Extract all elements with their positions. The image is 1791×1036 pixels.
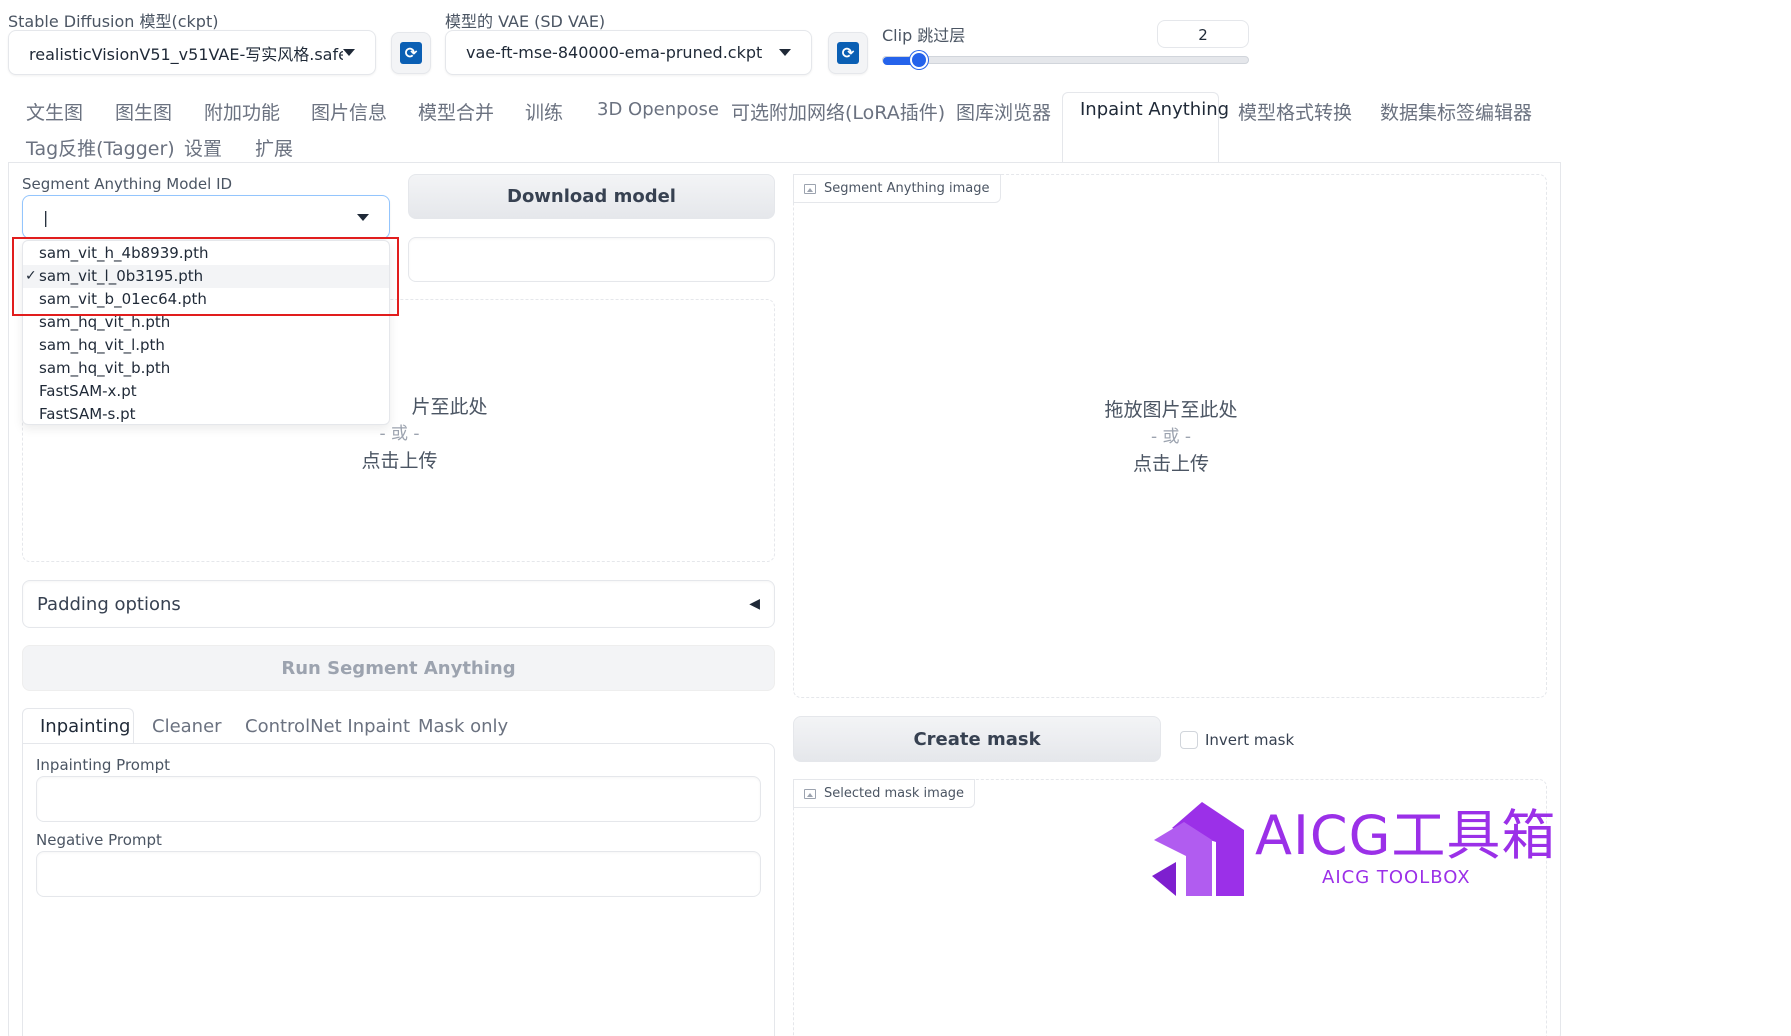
tab-txt2img[interactable]: 文生图: [26, 98, 83, 125]
dropdown-option[interactable]: FastSAM-s.pt: [23, 403, 389, 426]
padding-options-label: Padding options: [37, 593, 181, 615]
chevron-down-icon: [779, 49, 791, 56]
clip-skip-number-input[interactable]: 2: [1157, 20, 1249, 48]
vae-label: 模型的 VAE (SD VAE): [445, 12, 606, 31]
invert-mask-checkbox[interactable]: [1180, 731, 1198, 749]
subtab-mask-only[interactable]: Mask only: [418, 716, 508, 737]
vae-select[interactable]: vae-ft-mse-840000-ema-pruned.ckpt: [445, 30, 812, 75]
highlight-outline: [12, 237, 399, 316]
dropdown-option[interactable]: sam_hq_vit_b.pth: [23, 357, 389, 380]
download-model-button[interactable]: Download model: [408, 174, 775, 219]
subtab-controlnet-inpaint[interactable]: ControlNet Inpaint: [245, 716, 410, 737]
create-mask-button[interactable]: Create mask: [793, 716, 1161, 762]
tab-img2img[interactable]: 图生图: [115, 98, 172, 125]
tab-dataset-tag-editor[interactable]: 数据集标签编辑器: [1380, 98, 1532, 125]
image-icon: [804, 788, 816, 799]
aicg-logo-icon: [1152, 802, 1244, 896]
dropdown-option[interactable]: FastSAM-x.pt: [23, 380, 389, 403]
checkpoint-select[interactable]: realisticVisionV51_v51VAE-写实风格.safetenso…: [8, 30, 376, 75]
download-status-field: [408, 237, 775, 282]
subtab-inpainting[interactable]: Inpainting: [40, 716, 130, 737]
checkpoint-value: realisticVisionV51_v51VAE-写实风格.safetenso…: [29, 44, 343, 64]
tab-merge[interactable]: 模型合并: [418, 98, 494, 125]
chevron-down-icon: [343, 49, 355, 56]
tab-settings[interactable]: 设置: [184, 134, 222, 161]
vae-value: vae-ft-mse-840000-ema-pruned.ckpt: [466, 43, 763, 62]
tab-inpaint-anything[interactable]: Inpaint Anything: [1080, 99, 1229, 120]
drop-text-line1: 拖放图片至此处: [1104, 399, 1238, 421]
subtab-cleaner[interactable]: Cleaner: [152, 716, 222, 737]
drop-text-or: - 或 -: [1150, 427, 1192, 447]
image-icon: [804, 183, 816, 194]
run-segment-anything-button[interactable]: Run Segment Anything: [22, 645, 775, 691]
collapse-arrow-icon: ◀: [749, 596, 760, 612]
tab-lora[interactable]: 可选附加网络(LoRA插件): [731, 98, 945, 125]
inpainting-prompt-input[interactable]: [36, 776, 761, 822]
inpainting-prompt-label: Inpainting Prompt: [36, 756, 170, 774]
clip-skip-label: Clip 跳过层: [882, 26, 966, 45]
drop-text-line3: 点击上传: [1132, 453, 1209, 475]
segment-anything-image-label: Segment Anything image: [793, 174, 1001, 203]
refresh-icon: ⟳: [400, 42, 422, 64]
invert-mask-label: Invert mask: [1205, 731, 1295, 749]
clip-skip-slider[interactable]: [882, 56, 1249, 65]
tab-tagger[interactable]: Tag反推(Tagger): [26, 134, 175, 161]
checkpoint-label: Stable Diffusion 模型(ckpt): [8, 12, 219, 31]
drop-text-line3: 点击上传: [361, 450, 438, 472]
watermark-title: AICG工具箱: [1255, 804, 1557, 867]
refresh-icon: ⟳: [837, 42, 859, 64]
tab-png-info[interactable]: 图片信息: [311, 98, 387, 125]
tab-model-converter[interactable]: 模型格式转换: [1238, 98, 1352, 125]
tab-image-browser[interactable]: 图库浏览器: [956, 98, 1051, 125]
refresh-checkpoint-button[interactable]: ⟳: [391, 32, 431, 74]
watermark-subtitle: AICG TOOLBOX: [1322, 867, 1471, 888]
tab-train[interactable]: 训练: [525, 98, 563, 125]
model-id-label: Segment Anything Model ID: [22, 175, 233, 193]
selected-mask-image-label: Selected mask image: [793, 779, 976, 808]
tab-extras[interactable]: 附加功能: [204, 98, 280, 125]
tab-extensions[interactable]: 扩展: [255, 134, 293, 161]
segment-anything-image-dropzone[interactable]: 拖放图片至此处 - 或 - 点击上传: [793, 174, 1547, 698]
tab-3d-openpose[interactable]: 3D Openpose: [597, 99, 719, 120]
negative-prompt-label: Negative Prompt: [36, 831, 162, 849]
padding-options-accordion[interactable]: Padding options ◀: [22, 580, 775, 628]
chevron-down-icon: [357, 213, 369, 221]
dropdown-option[interactable]: sam_hq_vit_l.pth: [23, 334, 389, 357]
slider-handle[interactable]: [909, 51, 928, 69]
refresh-vae-button[interactable]: ⟳: [828, 32, 868, 74]
negative-prompt-input[interactable]: [36, 851, 761, 897]
model-id-select[interactable]: |: [22, 195, 390, 239]
